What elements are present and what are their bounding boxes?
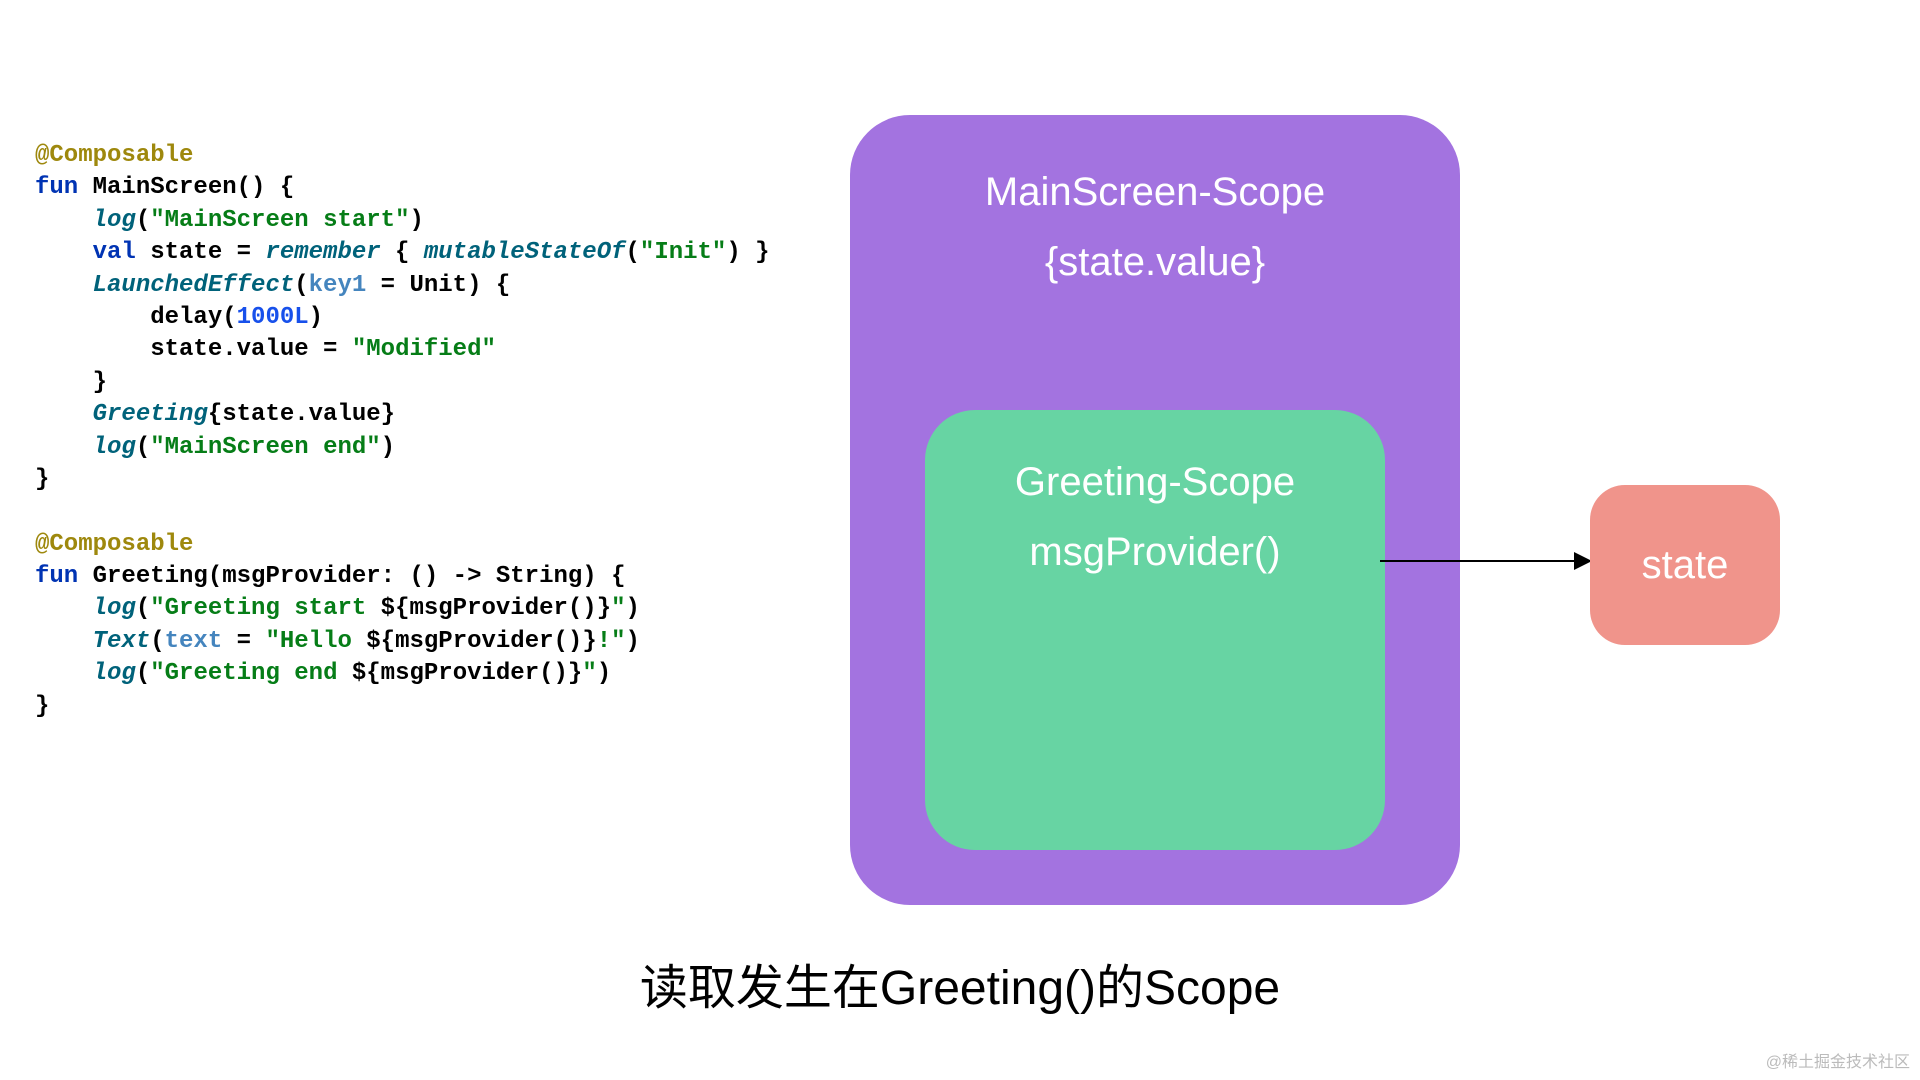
mainscreen-scope-subtitle: {state.value} xyxy=(850,240,1460,285)
state-box: state xyxy=(1590,485,1780,645)
greeting-scope-subtitle: msgProvider() xyxy=(925,530,1385,575)
watermark-text: @稀土掘金技术社区 xyxy=(1766,1048,1910,1072)
mainscreen-scope-title: MainScreen-Scope xyxy=(850,170,1460,215)
caption-text: 读取发生在Greeting()的Scope xyxy=(0,948,1920,1018)
mainscreen-scope-box: MainScreen-Scope {state.value} Greeting-… xyxy=(850,115,1460,905)
greeting-scope-box: Greeting-Scope msgProvider() xyxy=(925,410,1385,850)
state-label: state xyxy=(1642,543,1729,588)
greeting-scope-title: Greeting-Scope xyxy=(925,460,1385,505)
arrow-icon xyxy=(1380,560,1590,562)
code-block: @Composable fun MainScreen() { log("Main… xyxy=(35,140,770,723)
diagram-area: MainScreen-Scope {state.value} Greeting-… xyxy=(850,115,1870,915)
